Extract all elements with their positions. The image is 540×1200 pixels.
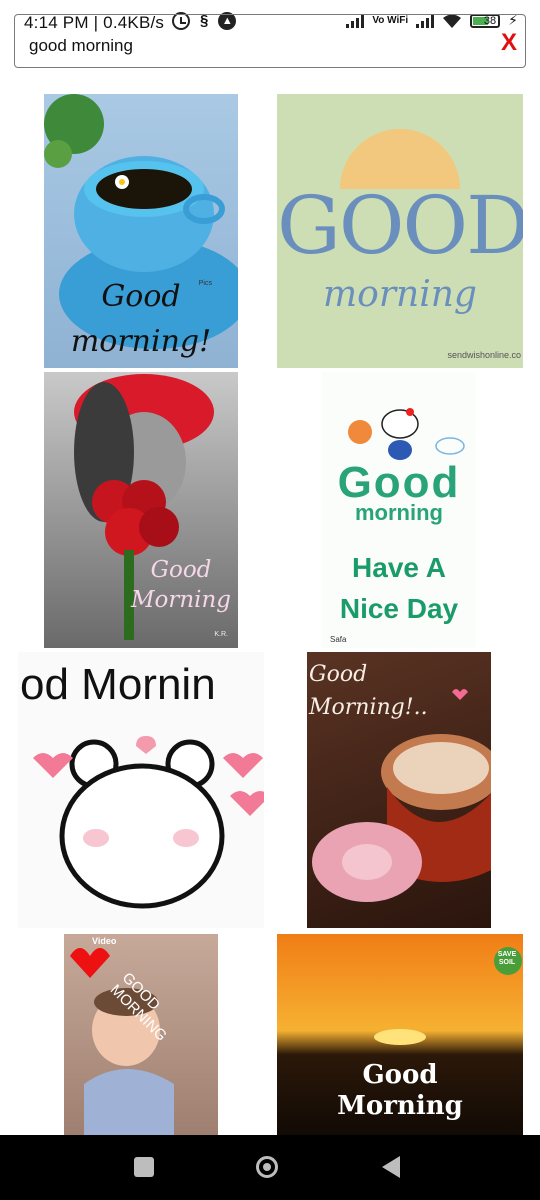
- tile-caption-bottom: morning: [323, 274, 477, 315]
- tile-caption: Good Morning: [130, 557, 232, 613]
- tile-caption-top: GOOD: [277, 179, 523, 272]
- result-image-6[interactable]: Good Morning!..: [307, 652, 491, 928]
- system-navigation-bar: [0, 1135, 540, 1200]
- result-image-1[interactable]: Good morning! Pics: [44, 94, 238, 368]
- tile-caption-mid: morning: [355, 500, 443, 525]
- result-image-5[interactable]: od Mornin: [18, 652, 264, 928]
- bear-image: [33, 736, 264, 909]
- result-image-4[interactable]: Good morning Have A Nice Day Safa: [322, 372, 476, 648]
- search-query: good morning: [29, 36, 133, 55]
- result-image-7[interactable]: Video GOOD MORNING: [64, 934, 218, 1135]
- home-icon[interactable]: [256, 1156, 278, 1178]
- tile-caption-bottom: Have A Nice Day: [339, 552, 459, 624]
- result-image-8[interactable]: SAVE SOIL Good Morning: [277, 934, 523, 1135]
- tile-caption: od Mornin: [20, 660, 216, 709]
- tile-caption: Good Morning: [337, 1060, 463, 1122]
- tile-badge: Video: [92, 936, 117, 946]
- baby-image: [70, 948, 174, 1135]
- close-icon[interactable]: X: [501, 29, 517, 57]
- result-image-3[interactable]: Good Morning K.R.: [44, 372, 238, 648]
- tile-caption: Good Morning!..: [309, 662, 428, 720]
- tile-caption: Good morning!: [70, 279, 212, 359]
- back-icon[interactable]: [382, 1156, 400, 1178]
- recent-apps-icon[interactable]: [134, 1157, 154, 1177]
- tile-corner: K.R.: [214, 631, 228, 638]
- tile-footer: Safa: [330, 635, 347, 644]
- search-input[interactable]: good morning X: [14, 14, 526, 68]
- tile-badge: Pics: [198, 280, 212, 287]
- tile-badge: SAVE SOIL: [497, 951, 517, 966]
- result-image-2[interactable]: GOOD morning sendwishonline.co: [277, 94, 523, 368]
- tile-footer: sendwishonline.co: [447, 350, 521, 360]
